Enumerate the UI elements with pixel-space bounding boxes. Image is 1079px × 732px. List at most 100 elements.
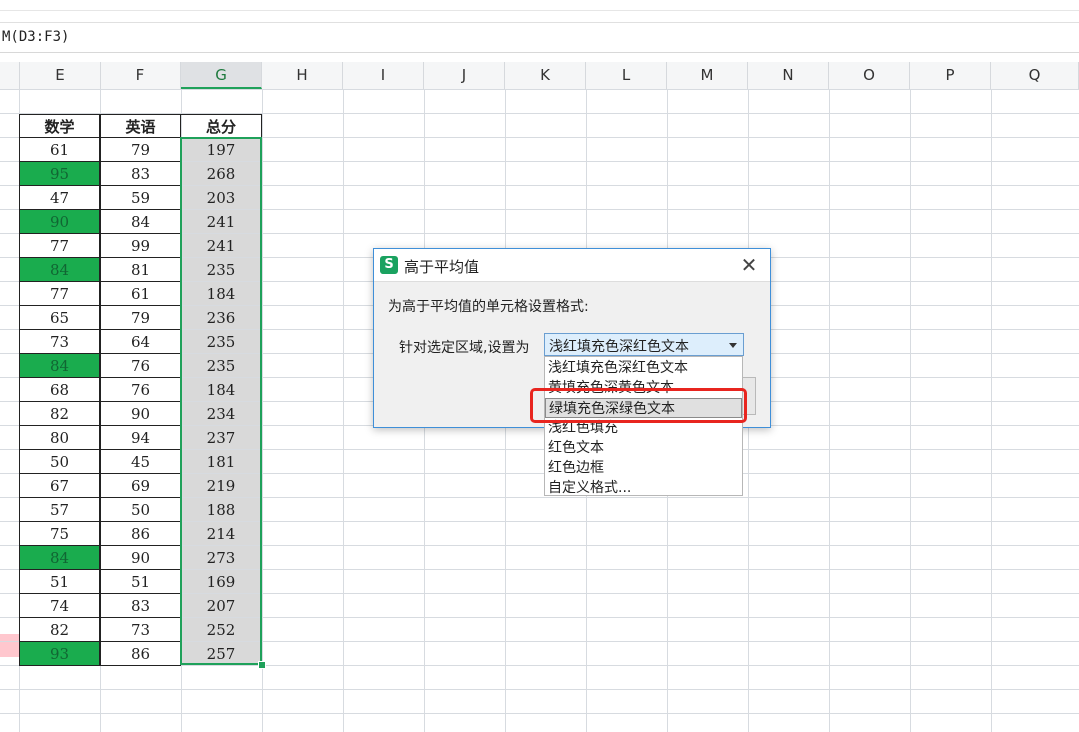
dropdown-option[interactable]: 浅红色填充 [545,418,742,438]
column-header-m[interactable]: M [667,62,748,89]
total-cell[interactable]: 214 [181,522,261,545]
english-cell[interactable]: 76 [100,354,181,378]
close-icon[interactable]: ✕ [738,254,760,276]
total-cell[interactable]: 257 [181,642,261,665]
column-header-partial[interactable] [0,62,20,89]
math-cell[interactable]: 84 [19,546,100,570]
column-header-o[interactable]: O [829,62,910,89]
english-cell[interactable]: 76 [100,378,181,402]
fill-handle[interactable] [258,661,266,669]
column-header-l[interactable]: L [586,62,667,89]
math-cell[interactable]: 67 [19,474,100,498]
total-cell[interactable]: 241 [181,210,261,233]
math-cell[interactable]: 51 [19,570,100,594]
english-cell[interactable]: 73 [100,618,181,642]
column-header-g[interactable]: G [181,62,262,89]
header-total[interactable]: 总分 [180,114,262,138]
header-math[interactable]: 数学 [19,114,100,138]
english-cell[interactable]: 79 [100,138,181,162]
total-cell[interactable]: 235 [181,330,261,353]
total-cell[interactable]: 234 [181,402,261,425]
english-cell[interactable]: 99 [100,234,181,258]
math-cell[interactable]: 74 [19,594,100,618]
math-cell[interactable]: 50 [19,450,100,474]
english-cell[interactable]: 86 [100,522,181,546]
math-cell[interactable]: 68 [19,378,100,402]
column-header-k[interactable]: K [505,62,586,89]
english-cell[interactable]: 64 [100,330,181,354]
formula-bar[interactable]: M(D3:F3) [0,22,1079,53]
math-cell[interactable]: 80 [19,426,100,450]
dialog-titlebar[interactable]: S 高于平均值 ✕ [374,249,770,282]
math-cell[interactable]: 75 [19,522,100,546]
math-cell[interactable]: 73 [19,330,100,354]
dialog-description: 为高于平均值的单元格设置格式: [388,299,589,315]
total-cell[interactable]: 181 [181,450,261,473]
total-cell[interactable]: 268 [181,162,261,185]
total-cell[interactable]: 235 [181,354,261,377]
math-cell[interactable]: 61 [19,138,100,162]
english-cell[interactable]: 81 [100,258,181,282]
english-cell[interactable]: 45 [100,450,181,474]
english-cell[interactable]: 90 [100,402,181,426]
math-cell[interactable]: 93 [19,642,100,666]
total-cell[interactable]: 252 [181,618,261,641]
english-cell[interactable]: 94 [100,426,181,450]
column-header-i[interactable]: I [343,62,424,89]
column-header-j[interactable]: J [424,62,505,89]
total-cell[interactable]: 184 [181,378,261,401]
english-cell[interactable]: 83 [100,594,181,618]
english-cell[interactable]: 79 [100,306,181,330]
english-cell[interactable]: 50 [100,498,181,522]
math-cell[interactable]: 82 [19,618,100,642]
grid-hline [0,689,1079,690]
column-header-h[interactable]: H [262,62,343,89]
dropdown-option[interactable]: 自定义格式... [545,478,742,498]
total-cell[interactable]: 273 [181,546,261,569]
math-cell[interactable]: 47 [19,186,100,210]
total-cell[interactable]: 203 [181,186,261,209]
total-cell[interactable]: 236 [181,306,261,329]
english-cell[interactable]: 86 [100,642,181,666]
column-header-f[interactable]: F [100,62,181,89]
math-cell[interactable]: 57 [19,498,100,522]
english-cell[interactable]: 59 [100,186,181,210]
total-cell[interactable]: 219 [181,474,261,497]
pink-cell-fragment[interactable] [0,634,19,657]
column-header-q[interactable]: Q [991,62,1079,89]
math-cell[interactable]: 84 [19,258,100,282]
english-cell[interactable]: 83 [100,162,181,186]
total-cell[interactable]: 237 [181,426,261,449]
format-select[interactable]: 浅红填充色深红色文本 [544,333,744,356]
column-header-p[interactable]: P [910,62,991,89]
dropdown-option[interactable]: 浅红填充色深红色文本 [545,358,742,378]
total-cell[interactable]: 241 [181,234,261,257]
total-cell[interactable]: 169 [181,570,261,593]
math-cell[interactable]: 82 [19,402,100,426]
column-header-n[interactable]: N [748,62,829,89]
english-cell[interactable]: 90 [100,546,181,570]
dropdown-option[interactable]: 红色边框 [545,458,742,478]
english-cell[interactable]: 51 [100,570,181,594]
dropdown-option[interactable]: 黄填充色深黄色文本 [545,378,742,398]
total-cell[interactable]: 197 [181,138,261,161]
dropdown-option[interactable]: 绿填充色深绿色文本 [545,398,742,418]
math-cell[interactable]: 84 [19,354,100,378]
total-cell[interactable]: 188 [181,498,261,521]
header-english[interactable]: 英语 [100,114,181,138]
total-cell[interactable]: 235 [181,258,261,281]
english-cell[interactable]: 61 [100,282,181,306]
math-cell[interactable]: 65 [19,306,100,330]
dropdown-option[interactable]: 红色文本 [545,438,742,458]
math-cell[interactable]: 90 [19,210,100,234]
english-cell[interactable]: 69 [100,474,181,498]
english-cell[interactable]: 84 [100,210,181,234]
total-cell[interactable]: 184 [181,282,261,305]
math-cell[interactable]: 77 [19,234,100,258]
chevron-down-icon[interactable] [729,343,737,348]
math-cell[interactable]: 77 [19,282,100,306]
column-header-e[interactable]: E [20,62,101,89]
total-cell[interactable]: 207 [181,594,261,617]
formula-text[interactable]: M(D3:F3) [2,29,69,45]
math-cell[interactable]: 95 [19,162,100,186]
